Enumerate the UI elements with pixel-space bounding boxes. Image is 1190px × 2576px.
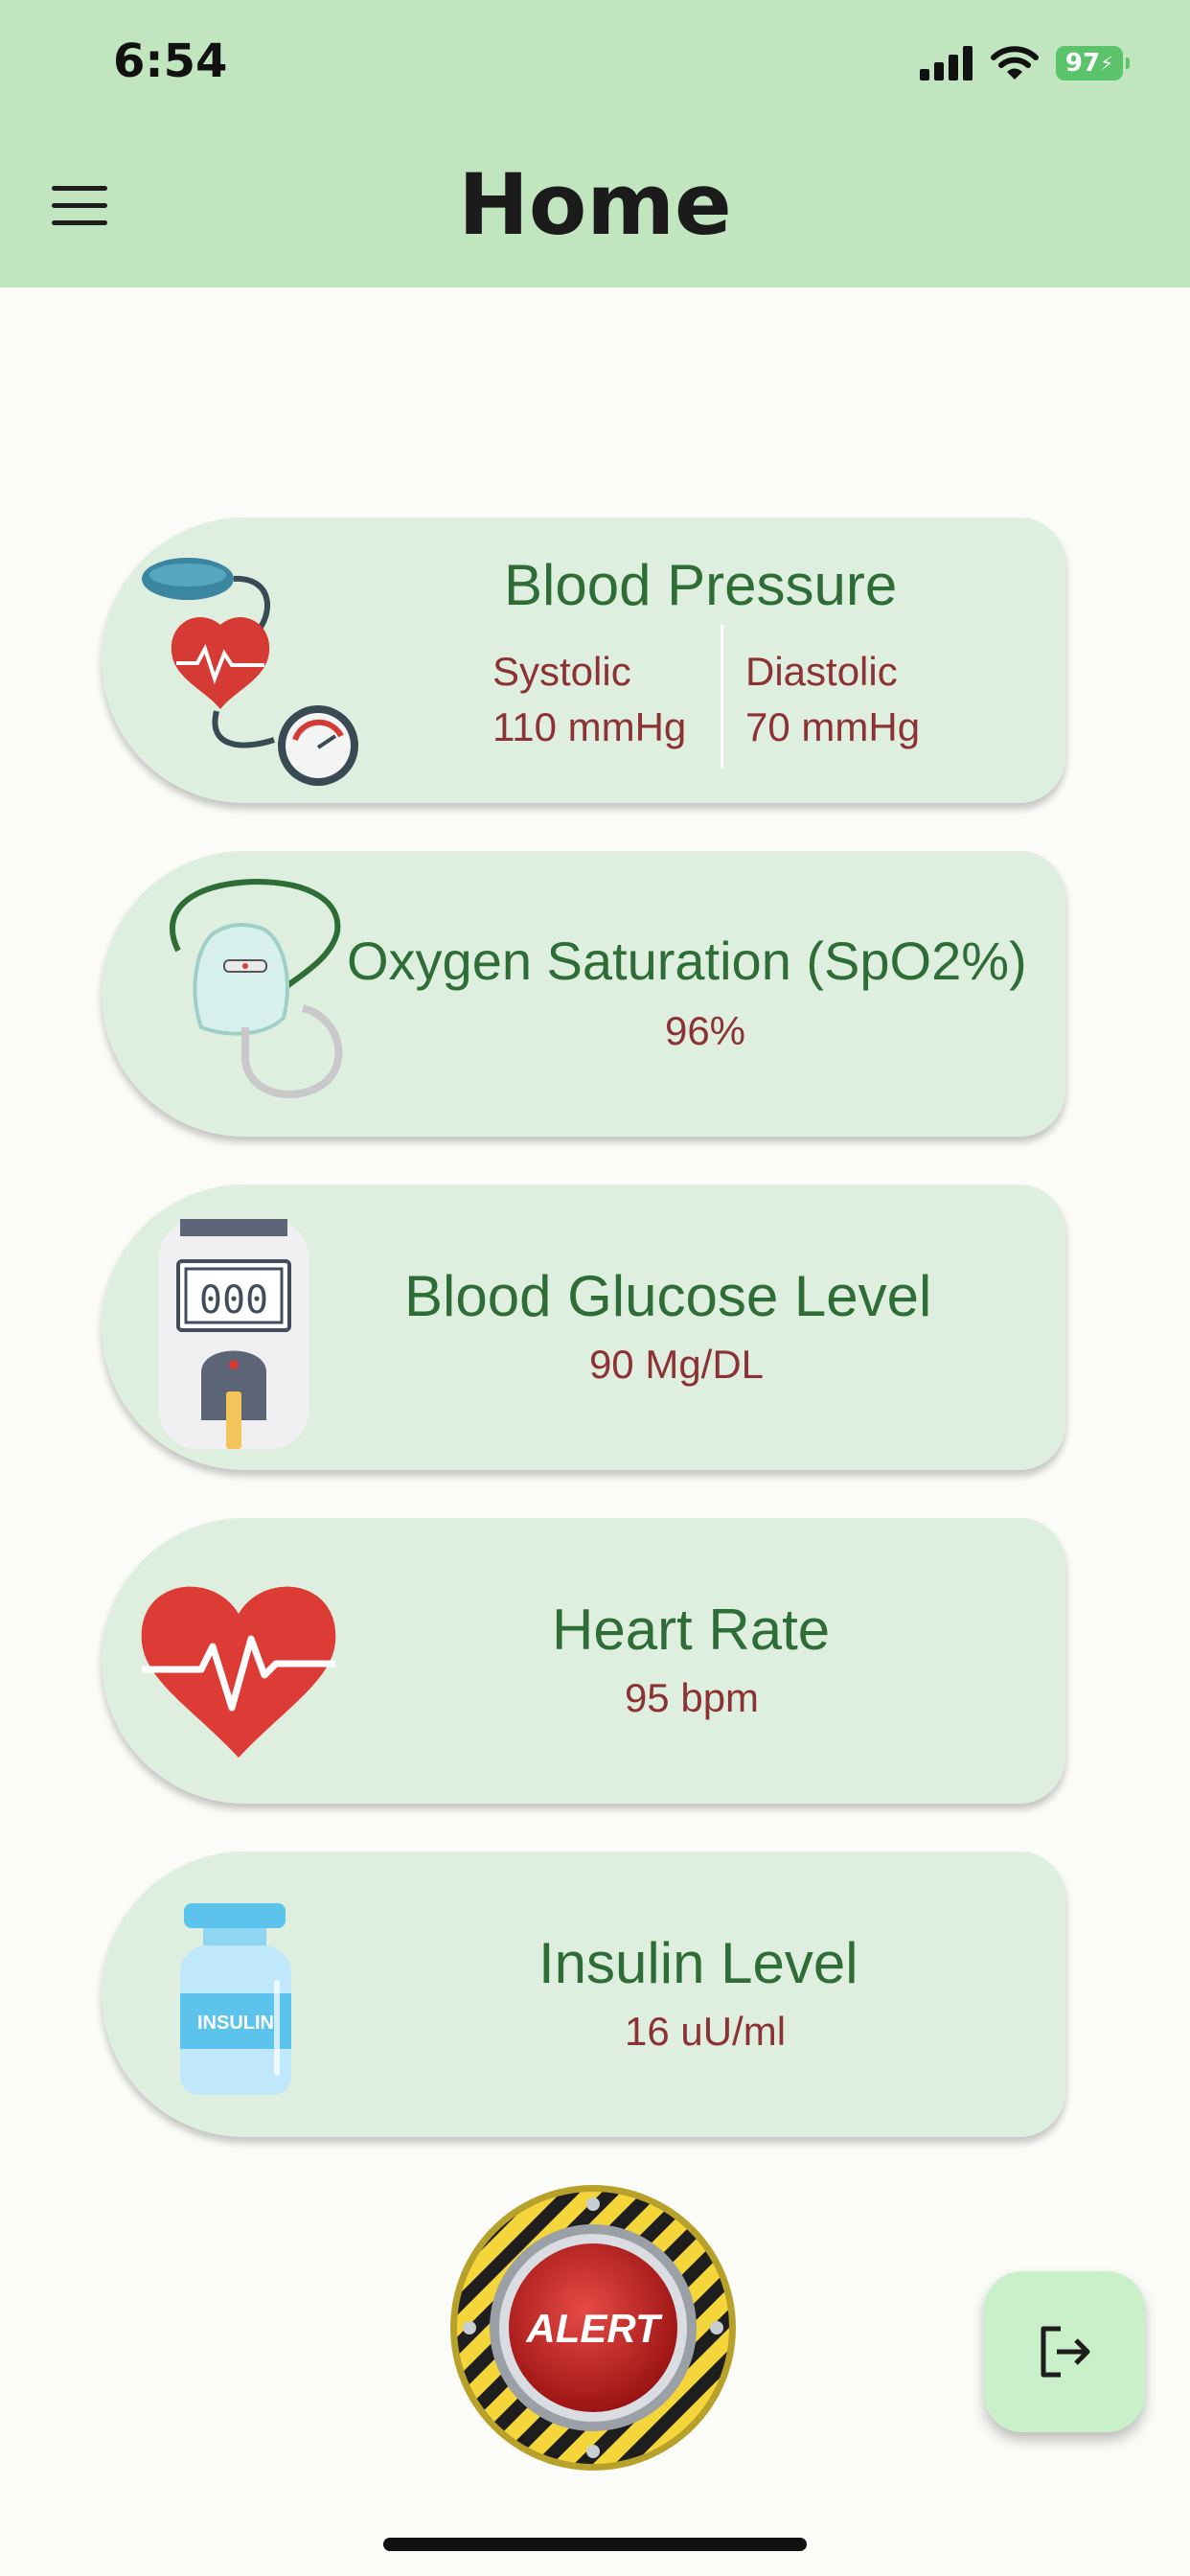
- blood-pressure-monitor-icon: [142, 558, 358, 786]
- cellular-signal-icon: [920, 46, 973, 80]
- diastolic-value: 70 mmHg: [745, 704, 921, 749]
- systolic-value: 110 mmHg: [492, 704, 687, 749]
- wifi-icon: [991, 46, 1039, 80]
- status-icons: 97 ⚡: [920, 42, 1130, 84]
- insulin-title: Insulin Level: [538, 1931, 858, 1995]
- systolic-label: Systolic: [492, 649, 631, 694]
- alert-button-graphic: ALERT: [450, 2185, 736, 2471]
- logout-icon: [1041, 2326, 1090, 2378]
- diastolic-reading: Diastolic 70 mmHg: [745, 644, 920, 755]
- insulin-vial-icon: INSULIN: [180, 1903, 291, 2095]
- battery-icon: 97 ⚡: [1056, 46, 1130, 80]
- oxygen-title: Oxygen Saturation (SpO2%): [347, 931, 1027, 991]
- glucometer-display: 000: [199, 1278, 268, 1322]
- heart-rate-card[interactable]: Heart Rate 95 bpm: [102, 1518, 1065, 1804]
- home-indicator: [383, 2538, 807, 2551]
- status-time: 6:54: [113, 34, 228, 88]
- oxygen-mask-icon: [170, 878, 343, 1098]
- alert-button[interactable]: ALERT: [448, 2183, 738, 2472]
- glucometer-icon: 000: [159, 1219, 309, 1449]
- heart-pulse-icon: [141, 1586, 336, 1758]
- insulin-level-card[interactable]: INSULIN Insulin Level 16 uU/ml: [102, 1852, 1065, 2137]
- blood-pressure-card[interactable]: Blood Pressure Systolic 110 mmHg Diastol…: [102, 518, 1065, 803]
- vial-label: INSULIN: [197, 2012, 274, 2034]
- page-title: Home: [458, 155, 732, 254]
- blood-glucose-card[interactable]: 000 Blood Glucose Level 90 Mg/DL: [102, 1184, 1065, 1470]
- insulin-value: 16 uU/ml: [624, 2009, 787, 2054]
- glucose-title: Blood Glucose Level: [404, 1264, 932, 1328]
- alert-label: ALERT: [525, 2306, 663, 2351]
- diastolic-label: Diastolic: [745, 649, 898, 694]
- battery-level: 97: [1064, 49, 1101, 78]
- oxygen-value: 96%: [664, 1008, 746, 1053]
- glucose-value: 90 Mg/DL: [588, 1342, 765, 1387]
- logout-button[interactable]: [984, 2271, 1145, 2432]
- divider: [721, 625, 723, 769]
- app-header: 6:54 97 ⚡ Home: [0, 0, 1190, 288]
- blood-pressure-title: Blood Pressure: [504, 553, 898, 617]
- systolic-reading: Systolic 110 mmHg: [492, 644, 686, 755]
- oxygen-saturation-card[interactable]: Oxygen Saturation (SpO2%) 96%: [102, 851, 1065, 1137]
- heart-rate-value: 95 bpm: [624, 1675, 760, 1720]
- heart-rate-title: Heart Rate: [552, 1598, 831, 1662]
